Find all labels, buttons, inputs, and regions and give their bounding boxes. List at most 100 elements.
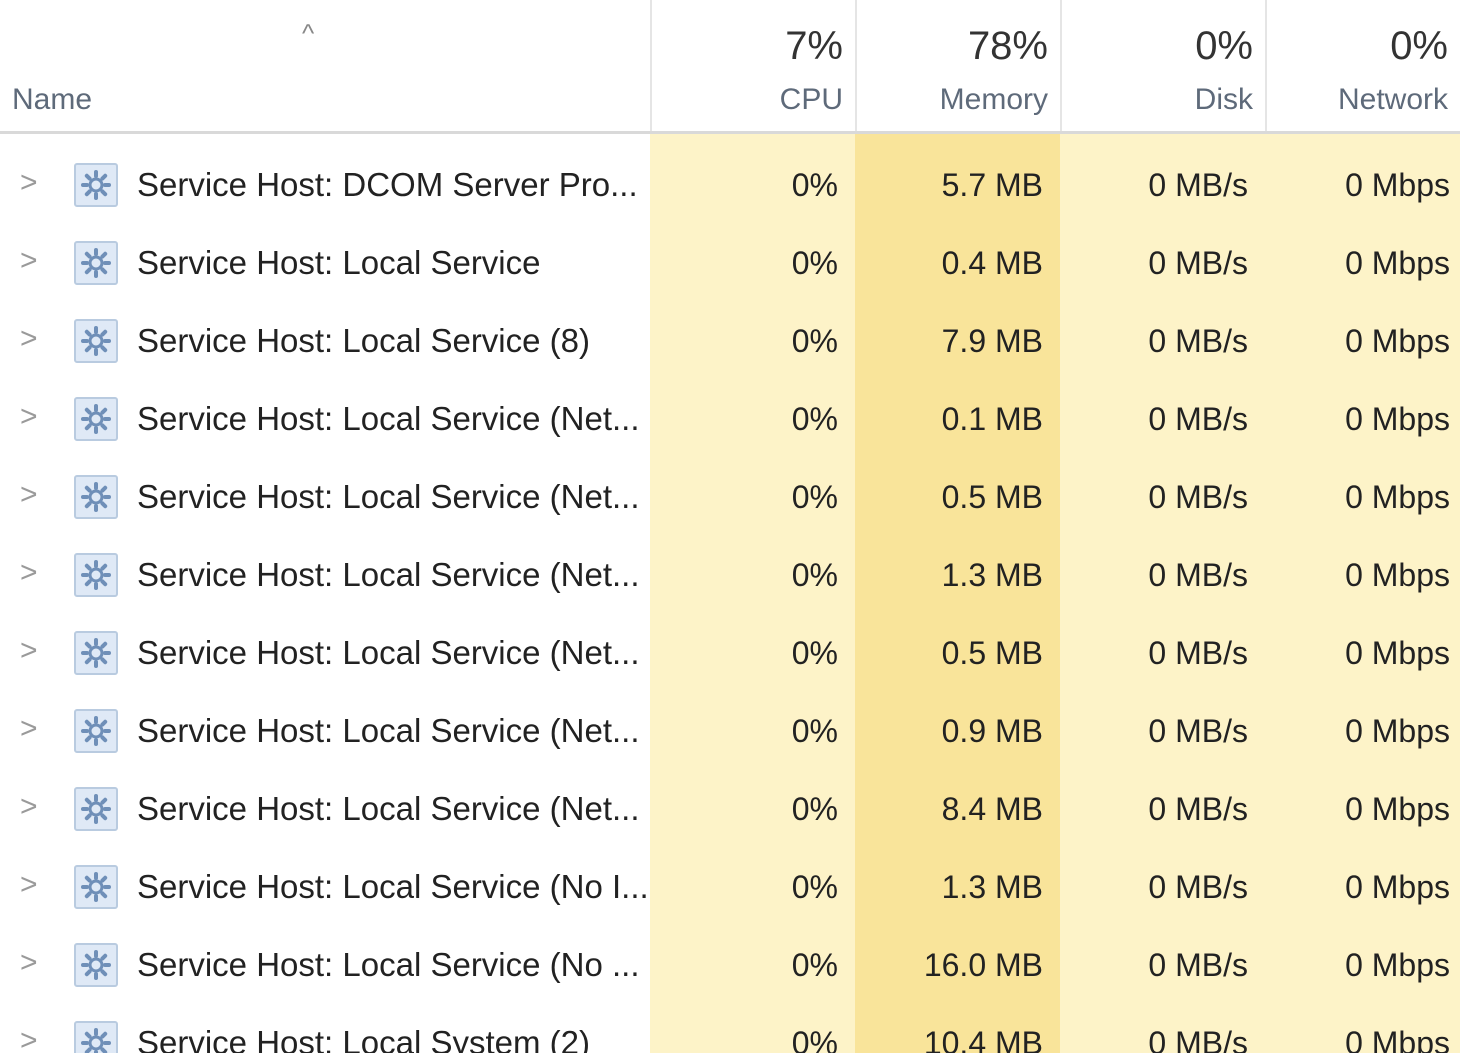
gear-icon — [74, 631, 118, 675]
chevron-right-icon[interactable]: > — [20, 946, 38, 980]
process-name: Service Host: Local Service (No ... — [137, 946, 640, 983]
process-memory: 1.3 MB — [941, 869, 1043, 905]
chevron-right-icon[interactable]: > — [20, 166, 38, 200]
process-name: Service Host: Local Service (Net... — [137, 634, 640, 671]
process-memory: 8.4 MB — [941, 791, 1043, 827]
process-disk: 0 MB/s — [1148, 791, 1248, 827]
column-header-cpu[interactable]: 7% CPU — [650, 0, 855, 131]
chevron-right-icon[interactable]: > — [20, 556, 38, 590]
gear-icon — [74, 787, 118, 831]
process-row[interactable]: > Service Host: Local Service (8) 0% 7.9 MB… — [0, 302, 1460, 380]
process-cpu: 0% — [791, 479, 838, 515]
process-row[interactable]: > Service Host: Local Service (Net... 0% 0.… — [0, 614, 1460, 692]
process-network: 0 Mbps — [1345, 869, 1450, 905]
chevron-right-icon[interactable]: > — [20, 712, 38, 746]
process-cpu: 0% — [791, 791, 838, 827]
gear-icon — [74, 319, 118, 363]
network-total-percent: 0% — [1390, 24, 1448, 68]
gear-icon — [74, 241, 118, 285]
process-cpu: 0% — [791, 167, 838, 203]
process-cpu: 0% — [791, 557, 838, 593]
process-row[interactable]: > Service Host: Local System (2) 0% 10.4 MB… — [0, 1004, 1460, 1053]
process-name: Service Host: Local Service (Net... — [137, 478, 640, 515]
process-memory: 0.1 MB — [941, 401, 1043, 437]
process-memory: 0.9 MB — [941, 713, 1043, 749]
column-header-name-label: Name — [12, 83, 93, 116]
process-disk: 0 MB/s — [1148, 479, 1248, 515]
process-network: 0 Mbps — [1345, 167, 1450, 203]
chevron-right-icon[interactable]: > — [20, 478, 38, 512]
column-header-disk[interactable]: 0% Disk — [1060, 0, 1265, 131]
chevron-right-icon[interactable]: > — [20, 400, 38, 434]
process-disk: 0 MB/s — [1148, 713, 1248, 749]
process-network: 0 Mbps — [1345, 713, 1450, 749]
process-row[interactable]: > Service Host: DCOM Server Pro... 0% 5.7 M… — [0, 146, 1460, 224]
process-memory: 16.0 MB — [923, 947, 1043, 983]
chevron-right-icon[interactable]: > — [20, 790, 38, 824]
process-name: Service Host: Local Service (Net... — [137, 400, 640, 437]
column-header-row: ^ Name 7% CPU 78% Memory 0% Disk 0% Netw… — [0, 0, 1460, 134]
process-cpu: 0% — [791, 869, 838, 905]
process-name: Service Host: DCOM Server Pro... — [137, 166, 638, 203]
process-disk: 0 MB/s — [1148, 245, 1248, 281]
process-name: Service Host: Local Service (Net... — [137, 712, 640, 749]
gear-icon — [74, 865, 118, 909]
process-row[interactable]: > Service Host: Local Service (Net... 0% 0.… — [0, 458, 1460, 536]
memory-total-percent: 78% — [967, 24, 1048, 68]
chevron-right-icon[interactable]: > — [20, 868, 38, 902]
process-disk: 0 MB/s — [1148, 323, 1248, 359]
process-disk: 0 MB/s — [1148, 1025, 1248, 1053]
disk-total-percent: 0% — [1195, 24, 1253, 68]
gear-icon — [74, 163, 118, 207]
process-disk: 0 MB/s — [1148, 869, 1248, 905]
process-row[interactable]: > Service Host: Local Service (Net... 0% 8.… — [0, 770, 1460, 848]
process-name: Service Host: Local Service (Net... — [137, 556, 640, 593]
process-network: 0 Mbps — [1345, 323, 1450, 359]
column-header-cpu-label: CPU — [779, 83, 843, 116]
column-header-memory[interactable]: 78% Memory — [855, 0, 1060, 131]
process-name: Service Host: Local System (2) — [137, 1024, 590, 1053]
process-cpu: 0% — [791, 713, 838, 749]
chevron-right-icon[interactable]: > — [20, 322, 38, 356]
process-table: ^ Name 7% CPU 78% Memory 0% Disk 0% Netw… — [0, 0, 1460, 1053]
process-cpu: 0% — [791, 245, 838, 281]
column-header-disk-label: Disk — [1194, 83, 1253, 116]
process-cpu: 0% — [791, 947, 838, 983]
process-network: 0 Mbps — [1345, 401, 1450, 437]
process-row[interactable]: > Service Host: Local Service 0% 0.4 MB 0 MB… — [0, 224, 1460, 302]
process-network: 0 Mbps — [1345, 791, 1450, 827]
cpu-total-percent: 7% — [785, 24, 843, 68]
process-row[interactable]: > Service Host: Local Service (No ... 0% 16… — [0, 926, 1460, 1004]
process-network: 0 Mbps — [1345, 557, 1450, 593]
process-cpu: 0% — [791, 323, 838, 359]
process-memory: 1.3 MB — [941, 557, 1043, 593]
process-memory: 10.4 MB — [923, 1025, 1043, 1053]
process-network: 0 Mbps — [1345, 635, 1450, 671]
column-header-name[interactable]: ^ Name — [0, 0, 650, 131]
column-header-memory-label: Memory — [939, 83, 1048, 116]
process-row[interactable]: > Service Host: Local Service (Net... 0% 1.… — [0, 536, 1460, 614]
process-network: 0 Mbps — [1345, 1025, 1450, 1053]
process-row[interactable]: > Service Host: Local Service (No I... 0% 1… — [0, 848, 1460, 926]
process-row[interactable]: > Service Host: Local Service (Net... 0% 0.… — [0, 692, 1460, 770]
process-name: Service Host: Local Service (Net... — [137, 790, 640, 827]
process-disk: 0 MB/s — [1148, 167, 1248, 203]
process-network: 0 Mbps — [1345, 947, 1450, 983]
gear-icon — [74, 1021, 118, 1053]
chevron-right-icon[interactable]: > — [20, 244, 38, 278]
process-cpu: 0% — [791, 401, 838, 437]
process-memory: 0.5 MB — [941, 635, 1043, 671]
sort-ascending-icon: ^ — [302, 18, 315, 48]
process-disk: 0 MB/s — [1148, 635, 1248, 671]
column-header-network-label: Network — [1337, 83, 1448, 116]
process-disk: 0 MB/s — [1148, 947, 1248, 983]
process-cpu: 0% — [791, 1025, 838, 1053]
process-name: Service Host: Local Service (8) — [137, 322, 590, 359]
process-row[interactable]: > Service Host: Local Service (Net... 0% 0.… — [0, 380, 1460, 458]
process-memory: 0.5 MB — [941, 479, 1043, 515]
chevron-right-icon[interactable]: > — [20, 1024, 38, 1053]
chevron-right-icon[interactable]: > — [20, 634, 38, 668]
column-header-network[interactable]: 0% Network — [1265, 0, 1460, 131]
process-memory: 5.7 MB — [941, 167, 1043, 203]
process-name: Service Host: Local Service (No I... — [137, 868, 649, 905]
